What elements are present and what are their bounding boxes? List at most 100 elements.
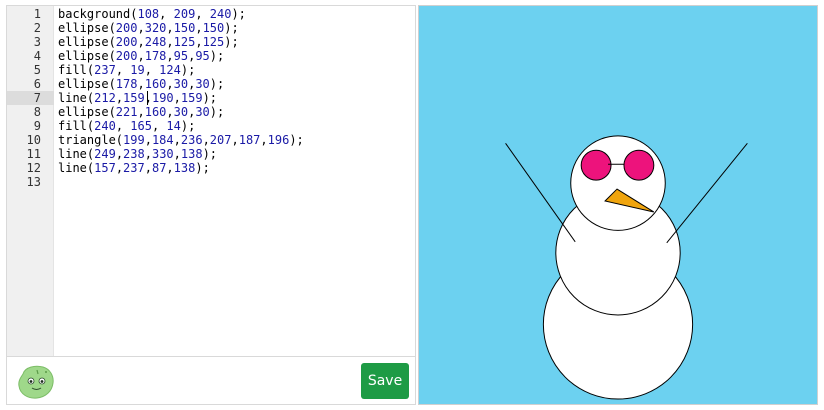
app-window: 1 background(108, 209, 240); 2 ellipse(200,… <box>0 0 824 410</box>
code-number-token: 238 <box>123 147 145 161</box>
code-token: line( <box>58 147 95 161</box>
code-number-token: 95 <box>173 49 189 63</box>
code-text: line(249,238,330,138); <box>58 147 217 161</box>
code-token: ); <box>209 49 225 63</box>
code-token: , <box>144 91 152 105</box>
code-line[interactable]: 3 ellipse(200,248,125,125); <box>7 35 415 49</box>
code-line[interactable]: 4 ellipse(200,178,95,95); <box>7 49 415 63</box>
line-number: 1 <box>33 7 41 21</box>
code-text: line(157,237,87,138); <box>58 161 210 175</box>
code-line[interactable]: 12 line(157,237,87,138); <box>7 161 415 175</box>
code-number-token: 87 <box>151 161 167 175</box>
code-token: ); <box>209 77 225 91</box>
save-button[interactable]: Save <box>361 363 409 399</box>
code-line[interactable]: 11 line(249,238,330,138); <box>7 147 415 161</box>
line-number: 3 <box>33 35 41 49</box>
code-number-token: 160 <box>144 77 167 91</box>
code-number-token: 125 <box>173 35 196 49</box>
right-lens-ellipse <box>623 149 655 181</box>
code-line[interactable]: 7 line(212,159,190,159); <box>7 91 415 105</box>
line-number: 4 <box>33 49 41 63</box>
output-canvas <box>418 5 818 405</box>
code-number-token: 237 <box>94 63 116 77</box>
code-number-token: 190 <box>151 91 174 105</box>
code-number-token: 200 <box>115 49 138 63</box>
code-number-token: 221 <box>115 105 138 119</box>
code-token: , <box>115 91 124 105</box>
code-token: , <box>151 119 167 133</box>
code-line[interactable]: 9 fill(240, 165, 14); <box>7 119 415 133</box>
code-line[interactable]: 1 background(108, 209, 240); <box>7 7 415 21</box>
code-number-token: 165 <box>130 119 152 133</box>
code-number-token: 157 <box>94 161 116 175</box>
code-line[interactable]: 5 fill(237, 19, 124); <box>7 63 415 77</box>
code-text: fill(240, 165, 14); <box>58 119 195 133</box>
code-number-token: 108 <box>137 7 160 21</box>
code-number-token: 14 <box>166 119 181 133</box>
code-token: fill( <box>58 119 95 133</box>
line-number: 13 <box>26 175 41 189</box>
code-token: , <box>260 133 268 147</box>
code-token: , <box>144 133 152 147</box>
code-number-token: 237 <box>123 161 145 175</box>
code-token: , <box>137 77 145 91</box>
code-token: ellipse( <box>58 35 116 49</box>
code-text: ellipse(200,320,150,150); <box>58 21 239 35</box>
code-token: , <box>231 133 239 147</box>
avatar-icon[interactable] <box>17 364 55 400</box>
line-number: 10 <box>26 133 41 147</box>
code-token: fill( <box>58 63 95 77</box>
code-number-token: 30 <box>195 77 210 91</box>
line-number: 9 <box>33 119 41 133</box>
code-number-token: 200 <box>115 35 138 49</box>
code-token: triangle( <box>58 133 124 147</box>
snowman-head-ellipse <box>570 135 666 231</box>
code-number-token: 320 <box>144 21 167 35</box>
code-token: , <box>195 7 210 21</box>
code-token: ); <box>209 105 225 119</box>
code-token: , <box>137 49 145 63</box>
code-token: , <box>115 161 124 175</box>
code-text: fill(237, 19, 124); <box>58 63 195 77</box>
code-token: , <box>166 77 174 91</box>
code-line[interactable]: 10 triangle(199,184,236,207,187,196); <box>7 133 415 147</box>
line-number: 5 <box>33 63 41 77</box>
code-line[interactable]: 8 ellipse(221,160,30,30); <box>7 105 415 119</box>
code-number-token: 95 <box>195 49 210 63</box>
left-lens-ellipse <box>580 149 612 181</box>
code-number-token: 240 <box>94 119 116 133</box>
code-line[interactable]: 2 ellipse(200,320,150,150); <box>7 21 415 35</box>
code-token: , <box>195 35 203 49</box>
code-editor[interactable]: 1 background(108, 209, 240); 2 ellipse(200,… <box>7 6 415 356</box>
code-number-token: 30 <box>173 105 189 119</box>
code-number-token: 207 <box>209 133 232 147</box>
code-number-token: 209 <box>173 7 196 21</box>
code-line[interactable]: 13 <box>7 175 415 189</box>
code-text: triangle(199,184,236,207,187,196); <box>58 133 304 147</box>
code-token: , <box>173 133 181 147</box>
code-number-token: 184 <box>151 133 174 147</box>
code-token: ellipse( <box>58 49 116 63</box>
editor-footer: Save <box>7 356 415 404</box>
code-number-token: 150 <box>202 21 225 35</box>
code-text: ellipse(200,248,125,125); <box>58 35 239 49</box>
code-number-token: 196 <box>267 133 290 147</box>
code-token: ); <box>289 133 304 147</box>
code-number-token: 159 <box>123 91 145 105</box>
code-token: ); <box>180 63 196 77</box>
code-number-token: 138 <box>173 161 196 175</box>
code-token: , <box>166 35 174 49</box>
code-number-token: 159 <box>180 91 203 105</box>
code-token: , <box>159 7 174 21</box>
code-text: ellipse(178,160,30,30); <box>58 77 224 91</box>
code-token: , <box>115 119 131 133</box>
code-number-token: 150 <box>173 21 196 35</box>
code-line[interactable]: 6 ellipse(178,160,30,30); <box>7 77 415 91</box>
code-token: , <box>173 91 181 105</box>
code-token: , <box>115 63 131 77</box>
code-editor-panel: 1 background(108, 209, 240); 2 ellipse(200,… <box>6 5 416 405</box>
code-token: ellipse( <box>58 105 116 119</box>
code-text: ellipse(221,160,30,30); <box>58 105 224 119</box>
code-number-token: 30 <box>173 77 189 91</box>
code-token: ); <box>231 7 246 21</box>
